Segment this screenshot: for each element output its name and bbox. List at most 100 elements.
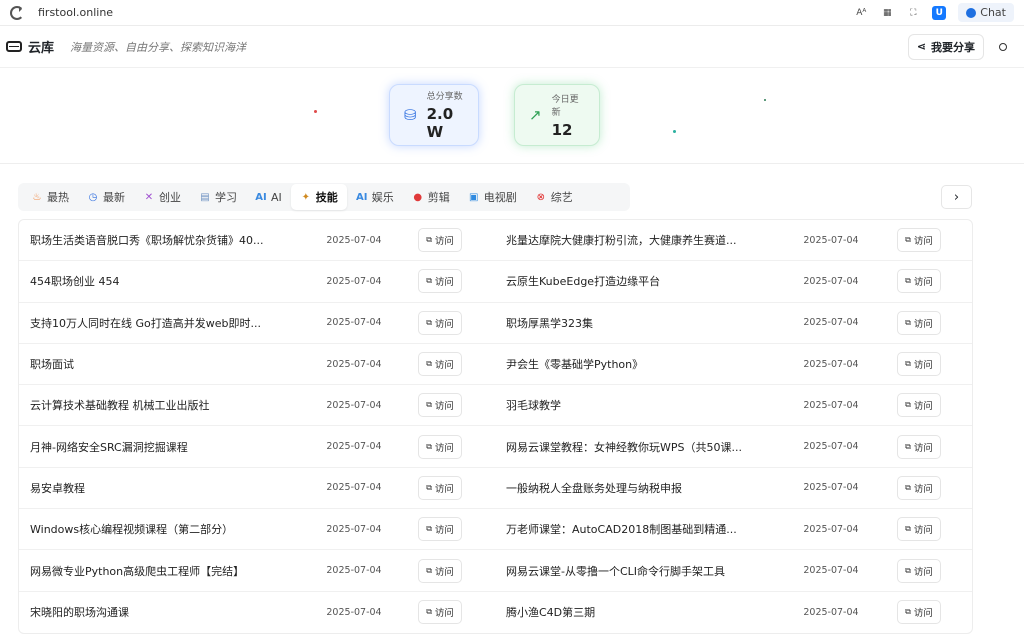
visit-label: 访问 — [434, 566, 454, 578]
resource-visit-cell: ⧉ 访问 — [897, 517, 972, 542]
resource-title[interactable]: 网易云课堂教程：女神经教你玩WPS（共50课... — [506, 439, 742, 455]
resource-visit-cell: ⧉ 访问 — [897, 434, 972, 459]
book-icon: ▤ — [200, 191, 210, 203]
visit-label: 访问 — [434, 483, 454, 495]
visit-button[interactable]: ⧉ 访问 — [897, 393, 941, 418]
visit-button[interactable]: ⧉ 访问 — [897, 475, 941, 500]
resource-date-cell: 2025-07-04 — [803, 565, 897, 576]
resource-title[interactable]: 职场面试 — [30, 356, 74, 372]
tab-study[interactable]: ▤ 学习 — [190, 184, 246, 210]
visit-button[interactable]: ⧉ 访问 — [418, 558, 462, 583]
visit-button[interactable]: ⧉ 访问 — [897, 434, 941, 459]
table-row: 网易微专业Python高级爬虫工程师【完结】 2025-07-04 ⧉ 访问 网易… — [19, 550, 972, 592]
share-button[interactable]: ⋖ 我要分享 — [907, 33, 984, 60]
resource-title[interactable]: 云计算技术基础教程 机械工业出版社 — [30, 397, 210, 413]
resource-date-cell: 2025-07-04 — [803, 441, 897, 452]
tab-skills[interactable]: ✦ 技能 — [290, 184, 347, 210]
external-link-icon: ⧉ — [426, 441, 432, 451]
visit-button[interactable]: ⧉ 访问 — [418, 228, 462, 253]
resource-title[interactable]: 腾小渔C4D第三期 — [506, 604, 595, 620]
screenshot-icon[interactable]: ⛶ — [906, 6, 920, 20]
tab-startup[interactable]: ✕ 创业 — [134, 184, 190, 210]
table-row: 宋晓阳的职场沟通课 2025-07-04 ⧉ 访问 腾小渔C4D第三期 2025-… — [19, 592, 972, 633]
resource-visit-cell: ⧉ 访问 — [418, 393, 506, 418]
stat-today-updates: ↗ 今日更新 12 — [514, 84, 600, 146]
trend-up-icon: ↗ — [529, 106, 542, 124]
external-link-icon: ⧉ — [905, 607, 911, 617]
resource-title[interactable]: 易安卓教程 — [30, 480, 85, 496]
tab-label: 最新 — [103, 191, 125, 204]
resource-date: 2025-07-04 — [803, 523, 859, 535]
visit-button[interactable]: ⧉ 访问 — [418, 269, 462, 294]
resource-title[interactable]: 羽毛球教学 — [506, 397, 561, 413]
resource-title[interactable]: 网易微专业Python高级爬虫工程师【完结】 — [30, 563, 244, 579]
tab-latest[interactable]: ◷ 最新 — [78, 184, 134, 210]
reload-icon[interactable] — [10, 5, 24, 20]
resource-date: 2025-07-04 — [326, 234, 382, 246]
visit-button[interactable]: ⧉ 访问 — [418, 352, 462, 377]
qr-code-icon[interactable]: ▦ — [880, 6, 894, 20]
resource-title[interactable]: Windows核心编程视频课程（第二部分） — [30, 521, 233, 537]
resource-title-cell: 网易云课堂教程：女神经教你玩WPS（共50课... — [506, 439, 803, 455]
resource-visit-cell: ⧉ 访问 — [897, 352, 972, 377]
read-aloud-icon[interactable]: Aᴬ — [854, 6, 868, 20]
stat-total-shares: ⛁ 总分享数 2.0 W — [389, 84, 479, 146]
address-bar[interactable]: firstool.online — [38, 6, 854, 19]
tab-ai[interactable]: AI AI — [246, 186, 291, 209]
resource-title[interactable]: 万老师课堂：AutoCAD2018制图基础到精通... — [506, 521, 737, 537]
tab-editing[interactable]: ● 剪辑 — [403, 184, 459, 210]
resource-title[interactable]: 职场生活类语音脱口秀《职场解忧杂货铺》40... — [30, 232, 264, 248]
visit-button[interactable]: ⧉ 访问 — [418, 600, 462, 625]
visit-button[interactable]: ⧉ 访问 — [418, 517, 462, 542]
resource-title[interactable]: 尹会生《零基础学Python》 — [506, 356, 643, 372]
visit-label: 访问 — [913, 236, 933, 248]
resource-date-cell: 2025-07-04 — [316, 235, 418, 246]
resource-title[interactable]: 454职场创业 454 — [30, 273, 120, 289]
table-row: Windows核心编程视频课程（第二部分） 2025-07-04 ⧉ 访问 万老师… — [19, 509, 972, 551]
chat-button[interactable]: Chat — [958, 3, 1014, 22]
visit-button[interactable]: ⧉ 访问 — [897, 600, 941, 625]
resource-title-cell: 职场厚黑学323集 — [506, 315, 803, 331]
theme-toggle-sun-icon[interactable] — [996, 40, 1010, 54]
visit-button[interactable]: ⧉ 访问 — [897, 269, 941, 294]
resource-title[interactable]: 云原生KubeEdge打造边缘平台 — [506, 273, 660, 289]
visit-button[interactable]: ⧉ 访问 — [418, 393, 462, 418]
visit-button[interactable]: ⧉ 访问 — [418, 310, 462, 335]
visit-label: 访问 — [913, 525, 933, 537]
rocket-icon: ✕ — [144, 191, 154, 203]
resource-title-cell: 一般纳税人全盘账务处理与纳税申报 — [506, 480, 803, 496]
external-link-icon: ⧉ — [426, 235, 432, 245]
tab-hot[interactable]: ♨ 最热 — [22, 184, 78, 210]
resource-title[interactable]: 网易云课堂-从零撸一个CLI命令行脚手架工具 — [506, 563, 725, 579]
resource-title[interactable]: 职场厚黑学323集 — [506, 315, 593, 331]
drive-logo-icon[interactable] — [6, 41, 22, 52]
resource-title[interactable]: 兆量达摩院大健康打粉引流，大健康养生赛道... — [506, 232, 737, 248]
visit-button[interactable]: ⧉ 访问 — [897, 352, 941, 377]
visit-label: 访问 — [434, 318, 454, 330]
resource-title[interactable]: 宋晓阳的职场沟通课 — [30, 604, 129, 620]
tools-icon: ✦ — [301, 191, 310, 203]
external-link-icon: ⧉ — [426, 359, 432, 369]
site-name[interactable]: 云库 — [28, 37, 54, 56]
tabs-next-button[interactable]: › — [941, 185, 972, 209]
tab-variety[interactable]: ⊗ 综艺 — [526, 184, 582, 210]
fire-icon: ♨ — [32, 191, 42, 203]
external-link-icon: ⧉ — [426, 400, 432, 410]
visit-button[interactable]: ⧉ 访问 — [897, 517, 941, 542]
ai-icon: AI — [255, 191, 267, 203]
tab-entertainment[interactable]: AI 娱乐 — [347, 184, 403, 210]
resource-title[interactable]: 支持10万人同时在线 Go打造高并发web即时... — [30, 315, 261, 331]
ai-icon: AI — [356, 191, 368, 203]
tab-tv-series[interactable]: ▣ 电视剧 — [459, 184, 526, 210]
visit-button[interactable]: ⧉ 访问 — [418, 475, 462, 500]
visit-button[interactable]: ⧉ 访问 — [897, 310, 941, 335]
visit-button[interactable]: ⧉ 访问 — [897, 228, 941, 253]
resource-visit-cell: ⧉ 访问 — [418, 228, 506, 253]
visit-button[interactable]: ⧉ 访问 — [418, 434, 462, 459]
resource-title[interactable]: 月神-网络安全SRC漏洞挖掘课程 — [30, 439, 188, 455]
table-row: 支持10万人同时在线 Go打造高并发web即时... 2025-07-04 ⧉ 访… — [19, 303, 972, 344]
resource-date-cell: 2025-07-04 — [316, 441, 418, 452]
extension-icon[interactable]: U — [932, 5, 947, 20]
resource-title[interactable]: 一般纳税人全盘账务处理与纳税申报 — [506, 480, 682, 496]
visit-button[interactable]: ⧉ 访问 — [897, 558, 941, 583]
